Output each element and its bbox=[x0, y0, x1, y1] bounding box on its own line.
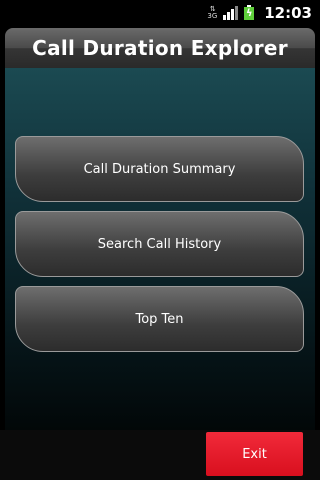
signal-bar bbox=[227, 11, 231, 20]
charging-bolt-icon: ϟ bbox=[245, 8, 253, 19]
signal-bar bbox=[223, 14, 227, 20]
top-ten-button[interactable]: Top Ten bbox=[15, 286, 304, 352]
status-clock: 12:03 bbox=[264, 3, 312, 22]
button-label: Call Duration Summary bbox=[83, 161, 236, 177]
data-transfer-icon: ⇅ 3G bbox=[207, 5, 218, 20]
main-content: Call Duration Summary Search Call Histor… bbox=[5, 68, 315, 430]
status-icons: ⇅ 3G ϟ 12:03 bbox=[207, 0, 320, 25]
button-label: Search Call History bbox=[97, 236, 222, 252]
button-label: Top Ten bbox=[135, 311, 184, 327]
network-type-label: 3G bbox=[207, 11, 218, 20]
status-bar: ⇅ 3G ϟ 12:03 bbox=[0, 0, 320, 25]
signal-strength-icon bbox=[223, 5, 239, 20]
call-duration-summary-button[interactable]: Call Duration Summary bbox=[15, 136, 304, 202]
title-bar: Call Duration Explorer bbox=[5, 28, 315, 68]
exit-button[interactable]: Exit bbox=[206, 432, 303, 476]
signal-bar bbox=[235, 5, 239, 20]
bottom-bar: Exit bbox=[0, 430, 320, 480]
signal-bar bbox=[231, 8, 235, 20]
search-call-history-button[interactable]: Search Call History bbox=[15, 211, 304, 277]
exit-button-label: Exit bbox=[242, 446, 267, 462]
battery-charging-icon: ϟ bbox=[244, 5, 255, 20]
app-title: Call Duration Explorer bbox=[32, 36, 288, 60]
app-screen: ⇅ 3G ϟ 12:03 Call Duration Explorer Call… bbox=[0, 0, 320, 480]
